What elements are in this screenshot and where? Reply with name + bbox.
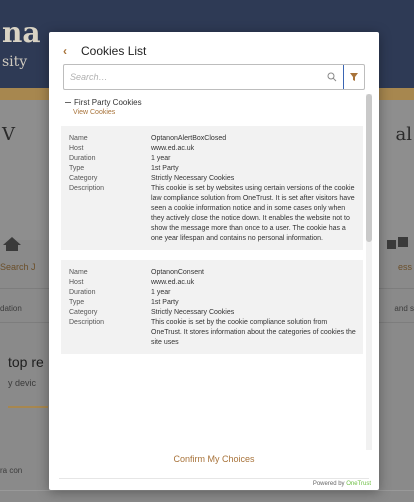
cookie-field-label: Description [69,319,105,326]
quick-link-right: ess [397,262,412,272]
bg-text-right: and s [394,304,414,313]
grid-icon [387,237,408,249]
cookie-name: OptanonAlertBoxClosed [151,135,227,142]
cookie-name: OptanonConsent [151,269,204,276]
cookie-duration: 1 year [151,289,171,296]
cookie-row: Category Strictly Necessary Cookies [69,174,357,184]
site-brand-sub: sity [2,54,28,70]
cookie-duration: 1 year [151,155,171,162]
cookie-card: Name OptanonConsent Host www.ed.ac.uk Dura… [61,260,363,354]
cookie-row: Type 1st Party [69,164,357,174]
cookie-field-label: Category [69,309,98,316]
cookie-category: Strictly Necessary Cookies [151,309,235,316]
view-cookies-link[interactable]: View Cookies [73,109,365,116]
cookie-field-label: Type [69,165,85,172]
group-title: First Party Cookies [74,98,142,107]
cookie-card: Name OptanonAlertBoxClosed Host www.ed.ac.… [61,126,363,250]
search-icon[interactable] [327,72,337,82]
cookie-category: Strictly Necessary Cookies [151,175,235,182]
cookie-type: 1st Party [151,165,179,172]
footer-divider [59,478,369,479]
cookie-row: Description This cookie is set by the coo… [69,318,357,348]
scrollbar[interactable] [366,94,372,450]
onetrust-link[interactable]: OneTrust [346,481,371,487]
search-box [63,64,365,90]
cookie-field-label: Duration [69,155,96,162]
cookie-field-label: Host [69,145,84,152]
cookie-host: www.ed.ac.uk [151,279,195,286]
cookie-row: Host www.ed.ac.uk [69,278,357,288]
scroll-thumb[interactable] [366,94,372,242]
hero-text-left: V [2,124,15,145]
powered-by: Powered by OneTrust [313,481,371,487]
powered-by-text: Powered by [312,481,345,487]
cookie-list[interactable]: First Party Cookies View Cookies Name Opt… [59,94,365,450]
cookie-row: Name OptanonAlertBoxClosed [69,134,357,144]
cookie-description: This cookie is set by websites using cer… [151,185,355,242]
cookie-row: Duration 1 year [69,288,357,298]
modal-title: Cookies List [81,44,147,58]
bg-lower-text: ra con [0,466,23,475]
confirm-choices-button[interactable]: Confirm My Choices [49,454,379,464]
cookies-list-modal: ‹ Cookies List First Party Cookies View … [49,32,379,490]
collapse-dash-icon[interactable] [65,102,71,103]
cookie-field-label: Category [69,175,98,182]
cookie-row: Description This cookie is set by website… [69,184,357,244]
bg-text-left: dation [0,304,22,313]
site-brand: na [2,16,41,49]
cookie-field-label: Name [69,269,88,276]
cookie-row: Duration 1 year [69,154,357,164]
cookie-row: Type 1st Party [69,298,357,308]
cookie-field-label: Type [69,299,85,306]
cookie-field-label: Host [69,279,84,286]
cookie-field-label: Name [69,135,88,142]
cookie-field-label: Duration [69,289,96,296]
cookie-description: This cookie is set by the cookie complia… [151,319,356,346]
cookie-row: Name OptanonConsent [69,268,357,278]
cookie-type: 1st Party [151,299,179,306]
divider [0,490,414,491]
cookie-field-label: Description [69,185,105,192]
cookie-group: First Party Cookies View Cookies [59,94,365,116]
home-icon [3,237,21,251]
filter-icon [350,73,358,81]
section-heading: top re [8,354,44,370]
chevron-left-icon[interactable]: ‹ [63,44,77,58]
section-subtext: y devic [8,378,37,388]
cookie-host: www.ed.ac.uk [151,145,195,152]
cookie-row: Category Strictly Necessary Cookies [69,308,357,318]
filter-button[interactable] [344,66,364,88]
cookie-row: Host www.ed.ac.uk [69,144,357,154]
accent-rule [8,406,48,408]
quick-link-left: Search J [0,262,36,272]
search-input[interactable] [64,66,327,88]
modal-header: ‹ Cookies List [63,42,146,60]
hero-text-right: al [395,124,413,145]
